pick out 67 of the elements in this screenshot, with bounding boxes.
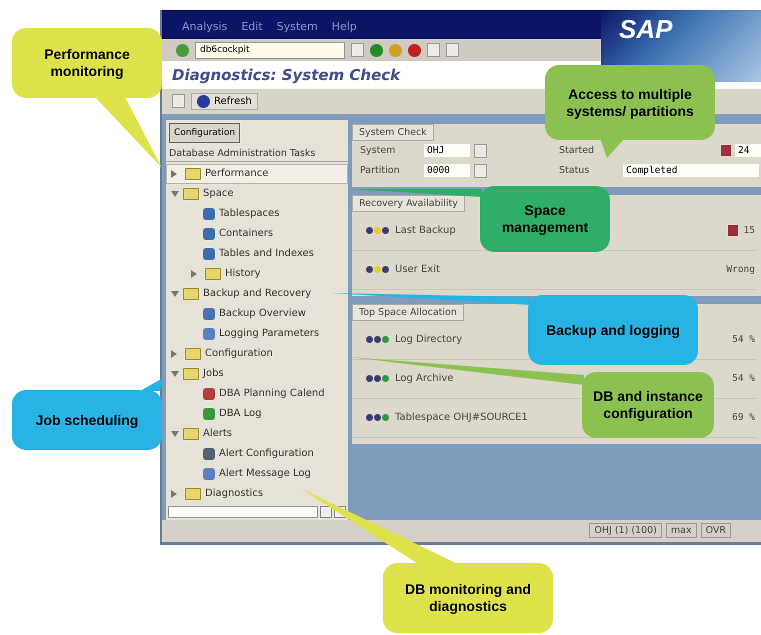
leader-line — [95, 97, 162, 168]
group-title: Recovery Availability — [352, 194, 465, 212]
menu-item[interactable]: Help — [332, 20, 357, 34]
callout: Access to multiple systems/ partitions — [545, 65, 715, 140]
folder-icon — [183, 368, 199, 380]
tree-item[interactable]: Jobs — [166, 364, 348, 384]
tree-item[interactable]: Containers — [166, 224, 348, 244]
tree-item[interactable]: Alerts — [166, 424, 348, 444]
row-label: Log Directory — [395, 334, 462, 346]
refresh-button[interactable]: Refresh — [191, 92, 258, 110]
screen-title: Diagnostics: System Check — [172, 66, 400, 84]
group-title: System Check — [352, 124, 434, 141]
folder-icon — [185, 488, 201, 500]
row-value: 15 — [744, 225, 756, 236]
field-label: Started — [559, 145, 596, 156]
menu-item[interactable]: System — [276, 20, 318, 34]
tree-item[interactable]: Performance — [166, 164, 348, 184]
tree-item[interactable]: Alert Message Log — [166, 464, 348, 484]
value-field[interactable]: OHJ — [424, 144, 470, 158]
logo-text: SAP — [619, 14, 672, 45]
menu-item[interactable]: Edit — [241, 20, 263, 34]
row-value: 54 % — [732, 373, 756, 384]
folder-icon — [185, 168, 201, 180]
field-label: Partition — [360, 165, 401, 176]
folder-icon — [183, 188, 199, 200]
scrollbar[interactable] — [166, 504, 348, 520]
mode-indicator: max — [666, 523, 697, 538]
row-value: 54 % — [732, 334, 756, 346]
row-label: Last Backup — [395, 225, 456, 236]
status-field: Completed — [623, 164, 759, 178]
tree-header: Database Administration Tasks — [166, 146, 348, 162]
insert-indicator: OVR — [700, 523, 731, 538]
folder-icon — [185, 348, 201, 360]
callout: DB monitoring and diagnostics — [383, 563, 553, 633]
row-label: Log Archive — [395, 373, 454, 384]
folder-icon — [183, 288, 199, 300]
system-indicator: OHJ (1) (100) — [589, 523, 662, 538]
callout: DB and instance configuration — [582, 372, 714, 438]
tree-item[interactable]: Backup Overview — [166, 304, 348, 324]
row-value: 69 % — [732, 412, 756, 424]
tree-item[interactable]: Logging Parameters — [166, 324, 348, 344]
row-label: User Exit — [395, 264, 440, 276]
tree-item[interactable]: DBA Log — [166, 404, 348, 424]
folder-icon — [183, 428, 199, 440]
menu-item[interactable]: Analysis — [182, 20, 228, 34]
group-title: Top Space Allocation — [352, 304, 464, 321]
value-field: 24 — [735, 144, 761, 158]
tree-item[interactable]: Backup and Recovery — [166, 284, 348, 304]
row-value: Wrong — [726, 264, 756, 276]
row-label: Tablespace OHJ#SOURCE1 — [395, 412, 528, 424]
value-field[interactable]: 0000 — [424, 164, 470, 178]
tree-item[interactable]: Alert Configuration — [166, 444, 348, 464]
tree-item[interactable]: Configuration — [166, 344, 348, 364]
tree-item[interactable]: Diagnostics — [166, 484, 348, 504]
field-label: System — [360, 145, 396, 156]
callout: Space management — [480, 186, 610, 252]
configuration-tab[interactable]: Configuration — [169, 122, 240, 143]
field-label: Status — [559, 165, 590, 176]
callout: Backup and logging — [528, 295, 698, 365]
command-field[interactable]: db6cockpit — [195, 42, 345, 59]
callout: Job scheduling — [12, 390, 162, 450]
tree-item[interactable]: DBA Planning Calend — [166, 384, 348, 404]
tree-item[interactable]: History — [166, 264, 348, 284]
tree-item[interactable]: Space — [166, 184, 348, 204]
folder-icon — [205, 268, 221, 280]
tree-item[interactable]: Tables and Indexes — [166, 244, 348, 264]
tree-item[interactable]: Tablespaces — [166, 204, 348, 224]
